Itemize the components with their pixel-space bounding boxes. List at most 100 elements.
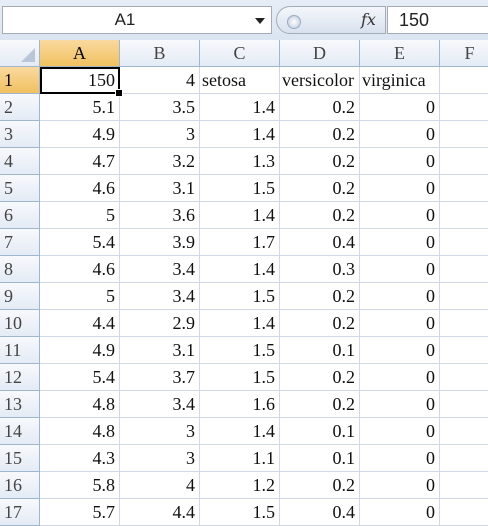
cell-b6[interactable]: 3.6 (120, 202, 200, 229)
formula-input[interactable]: 150 (387, 6, 488, 34)
cell-b11[interactable]: 3.1 (120, 337, 200, 364)
row-header-2[interactable]: 2 (0, 94, 40, 121)
cell-e2[interactable]: 0 (360, 94, 440, 121)
cell-c16[interactable]: 1.2 (200, 472, 280, 499)
cell-c10[interactable]: 1.4 (200, 310, 280, 337)
cell-c4[interactable]: 1.3 (200, 148, 280, 175)
cell-d11[interactable]: 0.1 (280, 337, 360, 364)
cell-e15[interactable]: 0 (360, 445, 440, 472)
row-header-13[interactable]: 13 (0, 391, 40, 418)
cell-e9[interactable]: 0 (360, 283, 440, 310)
chevron-down-icon[interactable] (255, 18, 265, 24)
row-header-10[interactable]: 10 (0, 310, 40, 337)
cell-d14[interactable]: 0.1 (280, 418, 360, 445)
cell-b16[interactable]: 4 (120, 472, 200, 499)
cell-f17[interactable] (440, 499, 488, 526)
cell-e8[interactable]: 0 (360, 256, 440, 283)
cell-b7[interactable]: 3.9 (120, 229, 200, 256)
row-header-9[interactable]: 9 (0, 283, 40, 310)
cell-f10[interactable] (440, 310, 488, 337)
cell-a17[interactable]: 5.7 (40, 499, 120, 526)
cell-e16[interactable]: 0 (360, 472, 440, 499)
cell-a9[interactable]: 5 (40, 283, 120, 310)
cell-b15[interactable]: 3 (120, 445, 200, 472)
cell-e10[interactable]: 0 (360, 310, 440, 337)
cell-e12[interactable]: 0 (360, 364, 440, 391)
row-header-15[interactable]: 15 (0, 445, 40, 472)
cell-c14[interactable]: 1.4 (200, 418, 280, 445)
cell-f1[interactable] (440, 67, 488, 94)
cell-e1[interactable]: virginica (360, 67, 440, 94)
name-box-value[interactable]: A1 (3, 10, 247, 30)
cell-c15[interactable]: 1.1 (200, 445, 280, 472)
cell-a14[interactable]: 4.8 (40, 418, 120, 445)
resize-handle-icon[interactable] (287, 15, 301, 29)
insert-function-icon[interactable]: fx (361, 10, 376, 29)
cell-c13[interactable]: 1.6 (200, 391, 280, 418)
row-header-3[interactable]: 3 (0, 121, 40, 148)
cell-c2[interactable]: 1.4 (200, 94, 280, 121)
cell-d1[interactable]: versicolor (280, 67, 360, 94)
cell-d12[interactable]: 0.2 (280, 364, 360, 391)
cell-b2[interactable]: 3.5 (120, 94, 200, 121)
cell-a3[interactable]: 4.9 (40, 121, 120, 148)
cell-e14[interactable]: 0 (360, 418, 440, 445)
cell-b13[interactable]: 3.4 (120, 391, 200, 418)
cell-c12[interactable]: 1.5 (200, 364, 280, 391)
cell-a12[interactable]: 5.4 (40, 364, 120, 391)
column-header-f[interactable]: F (440, 40, 488, 67)
column-header-a[interactable]: A (40, 40, 120, 67)
cell-f6[interactable] (440, 202, 488, 229)
column-header-e[interactable]: E (360, 40, 440, 67)
name-box[interactable]: A1 (2, 6, 272, 34)
cell-e13[interactable]: 0 (360, 391, 440, 418)
cell-d2[interactable]: 0.2 (280, 94, 360, 121)
cell-d15[interactable]: 0.1 (280, 445, 360, 472)
column-header-d[interactable]: D (280, 40, 360, 67)
cell-c17[interactable]: 1.5 (200, 499, 280, 526)
cell-d7[interactable]: 0.4 (280, 229, 360, 256)
cell-f15[interactable] (440, 445, 488, 472)
cell-a10[interactable]: 4.4 (40, 310, 120, 337)
cell-d10[interactable]: 0.2 (280, 310, 360, 337)
cell-f12[interactable] (440, 364, 488, 391)
cell-d16[interactable]: 0.2 (280, 472, 360, 499)
cell-d4[interactable]: 0.2 (280, 148, 360, 175)
cell-a16[interactable]: 5.8 (40, 472, 120, 499)
cell-d6[interactable]: 0.2 (280, 202, 360, 229)
row-header-17[interactable]: 17 (0, 499, 40, 526)
cell-b12[interactable]: 3.7 (120, 364, 200, 391)
column-header-b[interactable]: B (120, 40, 200, 67)
formula-input-value[interactable]: 150 (399, 10, 429, 31)
cell-e4[interactable]: 0 (360, 148, 440, 175)
cell-b10[interactable]: 2.9 (120, 310, 200, 337)
cell-e3[interactable]: 0 (360, 121, 440, 148)
row-header-7[interactable]: 7 (0, 229, 40, 256)
select-all-corner[interactable] (0, 40, 40, 67)
cell-f2[interactable] (440, 94, 488, 121)
cell-a7[interactable]: 5.4 (40, 229, 120, 256)
cell-a4[interactable]: 4.7 (40, 148, 120, 175)
cell-c7[interactable]: 1.7 (200, 229, 280, 256)
cell-d5[interactable]: 0.2 (280, 175, 360, 202)
cell-f7[interactable] (440, 229, 488, 256)
cell-b5[interactable]: 3.1 (120, 175, 200, 202)
cell-c5[interactable]: 1.5 (200, 175, 280, 202)
cell-c8[interactable]: 1.4 (200, 256, 280, 283)
cell-f13[interactable] (440, 391, 488, 418)
cell-e6[interactable]: 0 (360, 202, 440, 229)
cell-a5[interactable]: 4.6 (40, 175, 120, 202)
cell-c11[interactable]: 1.5 (200, 337, 280, 364)
cell-a8[interactable]: 4.6 (40, 256, 120, 283)
row-header-4[interactable]: 4 (0, 148, 40, 175)
row-header-1[interactable]: 1 (0, 67, 40, 94)
cell-f9[interactable] (440, 283, 488, 310)
row-header-5[interactable]: 5 (0, 175, 40, 202)
cell-e17[interactable]: 0 (360, 499, 440, 526)
column-header-c[interactable]: C (200, 40, 280, 67)
cell-f3[interactable] (440, 121, 488, 148)
row-header-16[interactable]: 16 (0, 472, 40, 499)
cell-c6[interactable]: 1.4 (200, 202, 280, 229)
cell-b1[interactable]: 4 (120, 67, 200, 94)
cell-a2[interactable]: 5.1 (40, 94, 120, 121)
